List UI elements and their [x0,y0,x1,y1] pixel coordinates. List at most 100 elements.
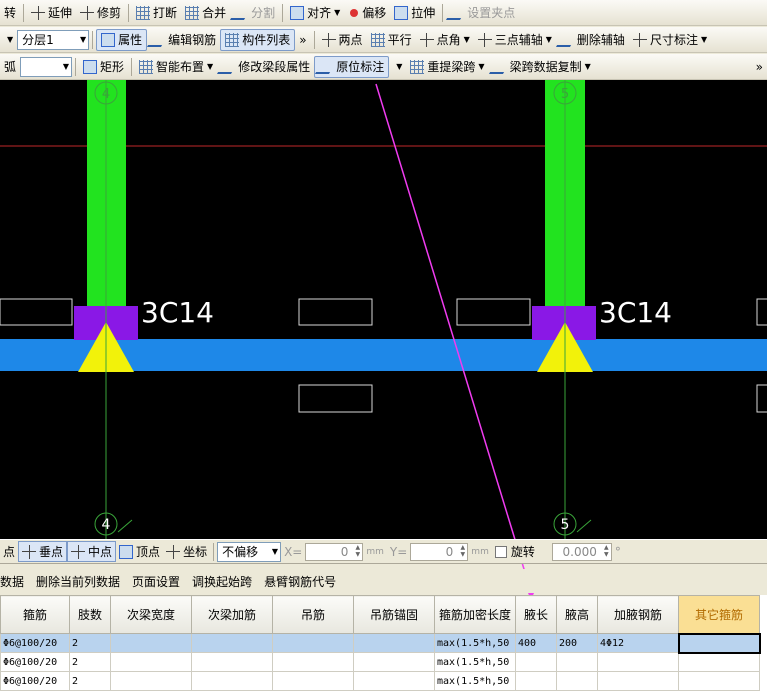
table-cell[interactable] [556,652,598,672]
table-cell[interactable]: 2 [69,671,111,691]
table-cell[interactable] [272,652,354,672]
table-cell[interactable] [353,633,435,653]
smart-layout-button[interactable]: 智能布置 ▼ [135,56,217,78]
menu-data[interactable]: 数据 [0,573,30,590]
three-point-axis-button[interactable]: 三点辅轴 ▼ [474,29,556,51]
column-header[interactable]: 次梁宽度 [110,595,192,634]
offset-mode-select[interactable]: 不偏移 ▼ [217,541,282,562]
parallel-axis-button[interactable]: 平行 [367,29,416,51]
rect-button[interactable]: 矩形 [79,56,128,78]
column-header[interactable]: 肢数 [69,595,111,634]
annotation-box[interactable] [0,298,73,326]
toolbar3-more-button[interactable]: » [752,56,767,78]
layer-select[interactable]: 分层1 ▼ [17,29,90,50]
properties-button[interactable]: 属性 [96,28,148,51]
point-snap-button[interactable]: 点 [0,541,18,562]
annotation-box[interactable] [298,384,373,413]
table-cell[interactable] [191,633,273,653]
rotate-button[interactable]: 转 [0,2,20,24]
table-cell[interactable] [272,671,354,691]
drawing-canvas[interactable]: 4 5 4 5 3C14 3C14 [0,80,767,539]
reextract-span-button[interactable]: 重提梁跨 ▼ [406,56,488,78]
point-angle-button[interactable]: 点角 ▼ [416,29,474,51]
table-cell[interactable] [110,671,192,691]
break-button[interactable]: 打断 [132,2,181,24]
column-header[interactable]: 箍筋加密长度 [434,595,516,634]
table-cell[interactable]: 2 [69,633,111,653]
rotate-input[interactable]: 0.000 [551,542,612,561]
arc-mode-select[interactable]: ▼ [20,56,73,77]
copy-span-data-button[interactable]: 梁跨数据复制 ▼ [488,56,595,78]
column-header[interactable]: 腋长 [515,595,557,634]
table-cell[interactable] [110,633,192,653]
table-cell[interactable]: 400 [515,633,557,653]
table-cell[interactable]: 4Φ12 [597,633,679,653]
table-row[interactable]: Φ6@100/20 2 max(1.5*h,50 [0,652,760,672]
table-cell[interactable] [597,652,679,672]
table-cell[interactable] [678,671,760,691]
trim-button[interactable]: 修剪 [76,2,125,24]
annotation-box[interactable] [456,298,531,326]
extend-button[interactable]: 延伸 [27,2,76,24]
table-cell[interactable]: 2 [69,652,111,672]
column-header[interactable]: 次梁加筋 [191,595,273,634]
table-cell[interactable] [515,652,557,672]
table-row[interactable]: Φ6@100/20 2 max(1.5*h,50 [0,671,760,691]
table-cell[interactable]: max(1.5*h,50 [434,671,516,691]
table-cell[interactable]: Φ6@100/20 [0,671,70,691]
table-cell[interactable]: max(1.5*h,50 [434,652,516,672]
coordinate-snap-button[interactable]: 坐标 [163,541,210,562]
perpendicular-snap-button[interactable]: 垂点 [18,541,68,562]
in-situ-mark-dropdown[interactable]: ▼ [389,56,406,78]
modify-span-attr-button[interactable]: 修改梁段属性 [217,56,314,78]
vertex-snap-button[interactable]: 顶点 [116,541,163,562]
table-cell[interactable]: 200 [556,633,598,653]
annotation-box[interactable] [756,384,767,413]
column-header[interactable]: 吊筋 [272,595,354,634]
table-cell[interactable]: max(1.5*h,50 [434,633,516,653]
table-cell[interactable] [191,652,273,672]
column-header-active[interactable]: 其它箍筋 [678,595,760,634]
edit-rebar-button[interactable]: 编辑钢筋 [147,29,220,51]
table-cell[interactable]: Φ6@100/20 [0,652,70,672]
menu-swap-start-span[interactable]: 调换起始跨 [186,573,258,590]
table-cell[interactable] [556,671,598,691]
table-cell[interactable] [353,652,435,672]
delete-axis-button[interactable]: 删除辅轴 [555,29,629,51]
rotate-checkbox[interactable] [494,545,507,558]
component-list-button[interactable]: 构件列表 [220,28,296,51]
arc-button[interactable]: 弧 [0,56,20,78]
set-grip-button[interactable]: 设置夹点 [446,2,519,24]
annotation-box[interactable] [756,298,767,326]
column-header[interactable]: 加腋钢筋 [597,595,679,634]
align-button[interactable]: 对齐 ▼ [286,2,344,24]
table-cell[interactable] [191,671,273,691]
menu-page-setup[interactable]: 页面设置 [126,573,186,590]
table-cell[interactable]: Φ6@100/20 [0,633,70,653]
column-header[interactable]: 腋高 [556,595,598,634]
two-point-axis-button[interactable]: 两点 [318,29,367,51]
table-cell[interactable] [597,671,679,691]
table-cell[interactable] [110,652,192,672]
dimension-button[interactable]: 尺寸标注 ▼ [629,29,711,51]
table-cell[interactable] [515,671,557,691]
annotation-box[interactable] [298,298,373,326]
stretch-button[interactable]: 拉伸 [390,2,439,24]
toolbar2-more-button[interactable]: » [295,29,310,51]
menu-cantilever-code[interactable]: 悬臂钢筋代号 [258,573,342,590]
offset-button[interactable]: 偏移 [344,2,390,24]
table-cell-focused[interactable] [677,632,761,654]
table-cell[interactable] [353,671,435,691]
menu-delete-column-data[interactable]: 删除当前列数据 [30,573,126,590]
midpoint-snap-button[interactable]: 中点 [67,541,117,562]
x-input[interactable]: 0 [305,542,364,561]
rotate-checkbox-wrap[interactable]: 旋转 [492,541,538,562]
layer-dropdown-left-arrow[interactable]: ▼ [0,29,17,51]
merge-button[interactable]: 合并 [181,2,230,24]
column-header[interactable]: 箍筋 [0,595,70,634]
table-row[interactable]: Φ6@100/20 2 max(1.5*h,50 400 200 4Φ12 [0,632,761,654]
table-cell[interactable] [678,652,760,672]
y-input[interactable]: 0 [410,542,469,561]
table-cell[interactable] [272,633,354,653]
column-header[interactable]: 吊筋锚固 [353,595,435,634]
